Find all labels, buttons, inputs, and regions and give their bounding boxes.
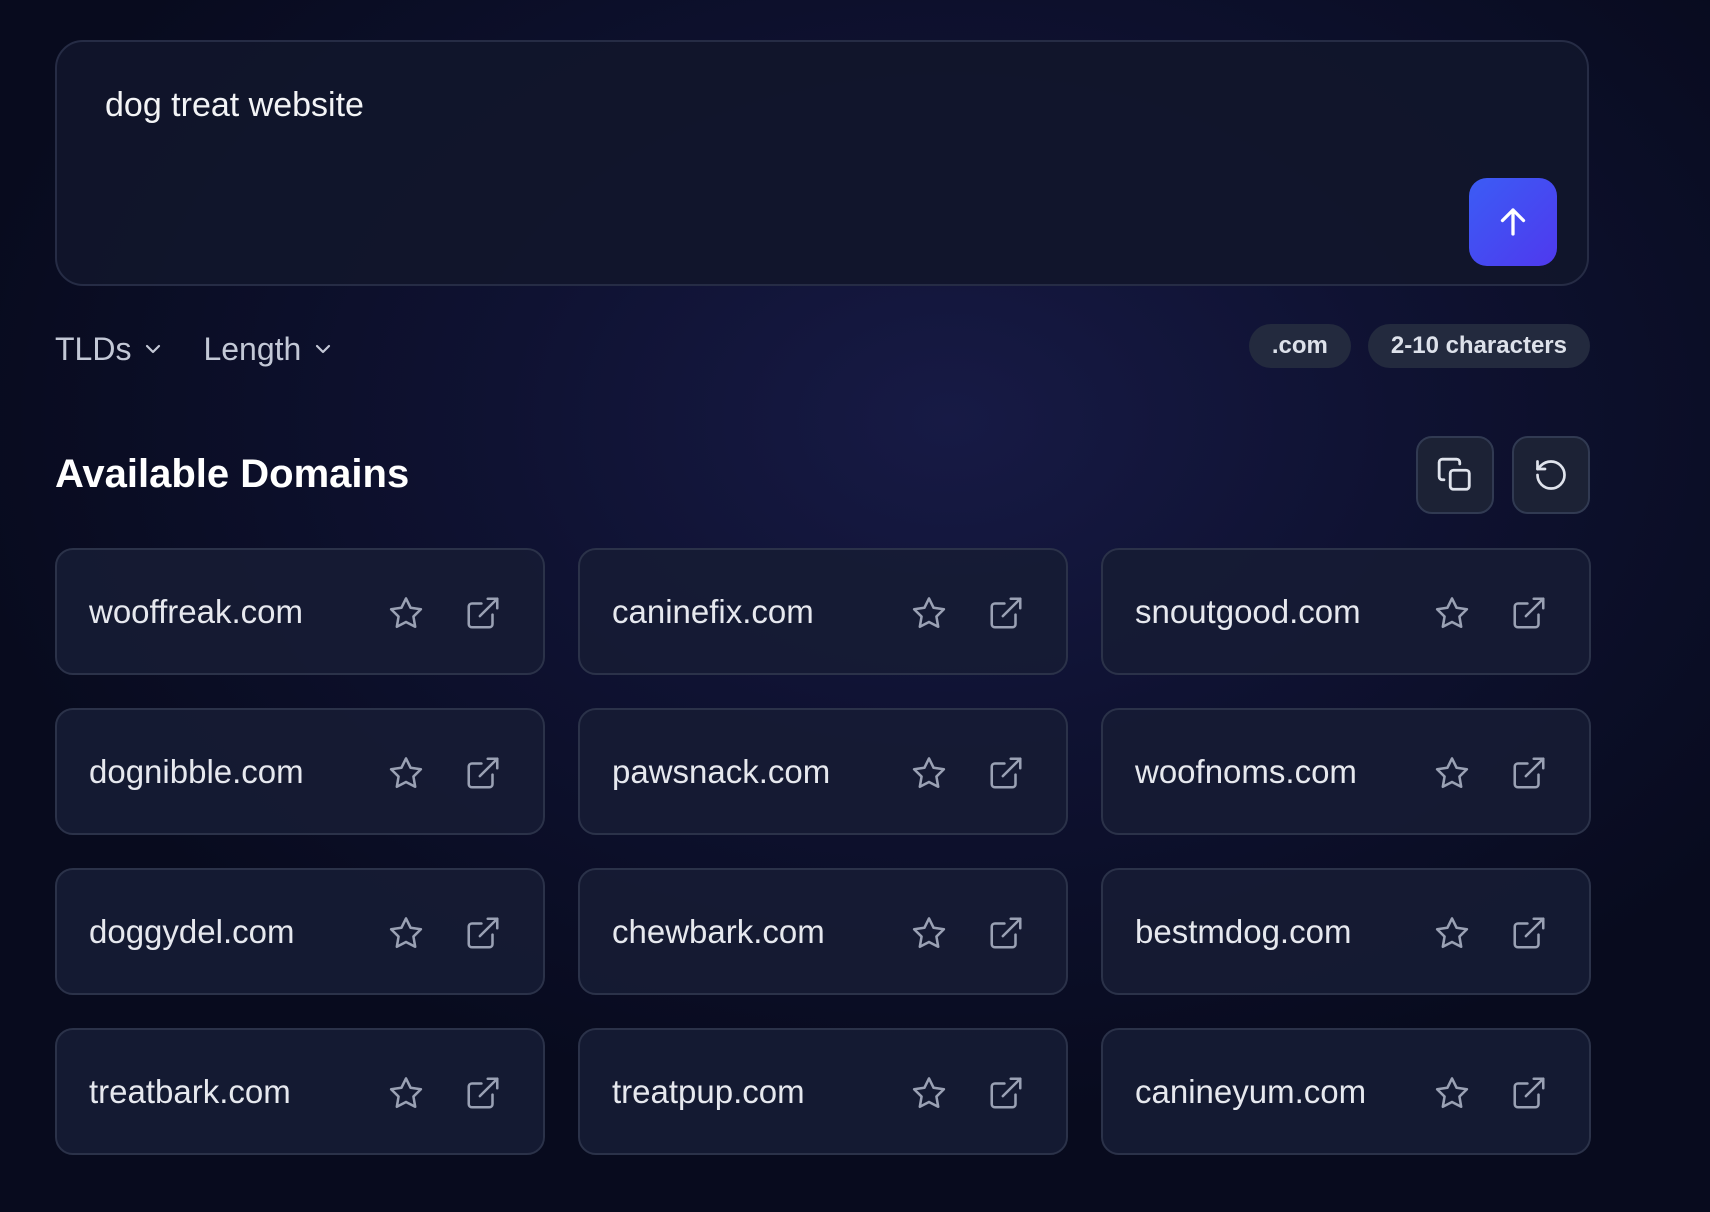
domain-name: bestmdog.com xyxy=(1135,913,1352,950)
star-icon[interactable] xyxy=(910,914,948,952)
external-link-icon[interactable] xyxy=(1510,914,1548,952)
star-icon[interactable] xyxy=(1433,754,1471,792)
length-dropdown[interactable]: Length xyxy=(203,331,335,368)
prompt-box[interactable]: dog treat website xyxy=(55,40,1589,286)
domain-name: doggydel.com xyxy=(89,913,295,950)
domain-card[interactable]: treatbark.com xyxy=(55,1028,545,1155)
star-icon[interactable] xyxy=(387,754,425,792)
tld-chip[interactable]: .com xyxy=(1248,324,1351,368)
copy-button[interactable] xyxy=(1416,436,1494,514)
external-link-icon[interactable] xyxy=(464,914,502,952)
tlds-dropdown[interactable]: TLDs xyxy=(55,331,165,368)
chevron-down-icon xyxy=(316,344,331,354)
external-link-icon[interactable] xyxy=(987,1074,1025,1112)
external-link-icon[interactable] xyxy=(987,594,1025,632)
domain-card[interactable]: doggydel.com xyxy=(55,868,545,995)
external-link-icon[interactable] xyxy=(1510,1074,1548,1112)
star-icon[interactable] xyxy=(1433,914,1471,952)
domain-card[interactable]: bestmdog.com xyxy=(1101,868,1591,995)
domain-name: caninefix.com xyxy=(612,593,814,630)
star-icon[interactable] xyxy=(387,1074,425,1112)
domain-name: treatbark.com xyxy=(89,1073,291,1110)
domain-name: pawsnack.com xyxy=(612,753,831,790)
external-link-icon[interactable] xyxy=(987,914,1025,952)
star-icon[interactable] xyxy=(1433,1074,1471,1112)
arrow-up-icon xyxy=(1500,208,1526,236)
external-link-icon[interactable] xyxy=(1510,754,1548,792)
chevron-down-icon xyxy=(146,344,161,354)
domain-card[interactable]: dognibble.com xyxy=(55,708,545,835)
star-icon[interactable] xyxy=(910,594,948,632)
star-icon[interactable] xyxy=(1433,594,1471,632)
section-title: Available Domains xyxy=(55,452,410,496)
tlds-label: TLDs xyxy=(55,330,132,367)
domain-name: woofnoms.com xyxy=(1135,753,1357,790)
length-label: Length xyxy=(203,330,302,367)
external-link-icon[interactable] xyxy=(464,754,502,792)
domain-card[interactable]: canineyum.com xyxy=(1101,1028,1591,1155)
external-link-icon[interactable] xyxy=(987,754,1025,792)
domain-card[interactable]: wooffreak.com xyxy=(55,548,545,675)
active-filters: .com 2-10 characters xyxy=(1232,324,1590,368)
external-link-icon[interactable] xyxy=(464,594,502,632)
prompt-input[interactable]: dog treat website xyxy=(105,86,364,125)
submit-button[interactable] xyxy=(1469,178,1557,266)
domain-card[interactable]: caninefix.com xyxy=(578,548,1068,675)
domain-card[interactable]: snoutgood.com xyxy=(1101,548,1591,675)
length-chip[interactable]: 2-10 characters xyxy=(1367,324,1590,368)
domain-name: treatpup.com xyxy=(612,1073,805,1110)
star-icon[interactable] xyxy=(910,1074,948,1112)
domain-card[interactable]: treatpup.com xyxy=(578,1028,1068,1155)
star-icon[interactable] xyxy=(910,754,948,792)
star-icon[interactable] xyxy=(387,594,425,632)
domain-name: chewbark.com xyxy=(612,913,825,950)
domain-name: wooffreak.com xyxy=(89,593,303,630)
domain-name: canineyum.com xyxy=(1135,1073,1367,1110)
external-link-icon[interactable] xyxy=(464,1074,502,1112)
domain-card[interactable]: pawsnack.com xyxy=(578,708,1068,835)
refresh-icon xyxy=(1536,460,1566,490)
domain-card[interactable]: woofnoms.com xyxy=(1101,708,1591,835)
copy-icon xyxy=(1437,457,1471,491)
results-actions xyxy=(1398,436,1590,514)
domain-card[interactable]: chewbark.com xyxy=(578,868,1068,995)
domain-name: snoutgood.com xyxy=(1135,593,1361,630)
domain-name: dognibble.com xyxy=(89,753,304,790)
domain-grid: wooffreak.com caninefix.com snoutgood.co… xyxy=(55,548,1591,1155)
filter-bar: TLDs Length xyxy=(55,325,373,373)
star-icon[interactable] xyxy=(387,914,425,952)
refresh-button[interactable] xyxy=(1512,436,1590,514)
external-link-icon[interactable] xyxy=(1510,594,1548,632)
